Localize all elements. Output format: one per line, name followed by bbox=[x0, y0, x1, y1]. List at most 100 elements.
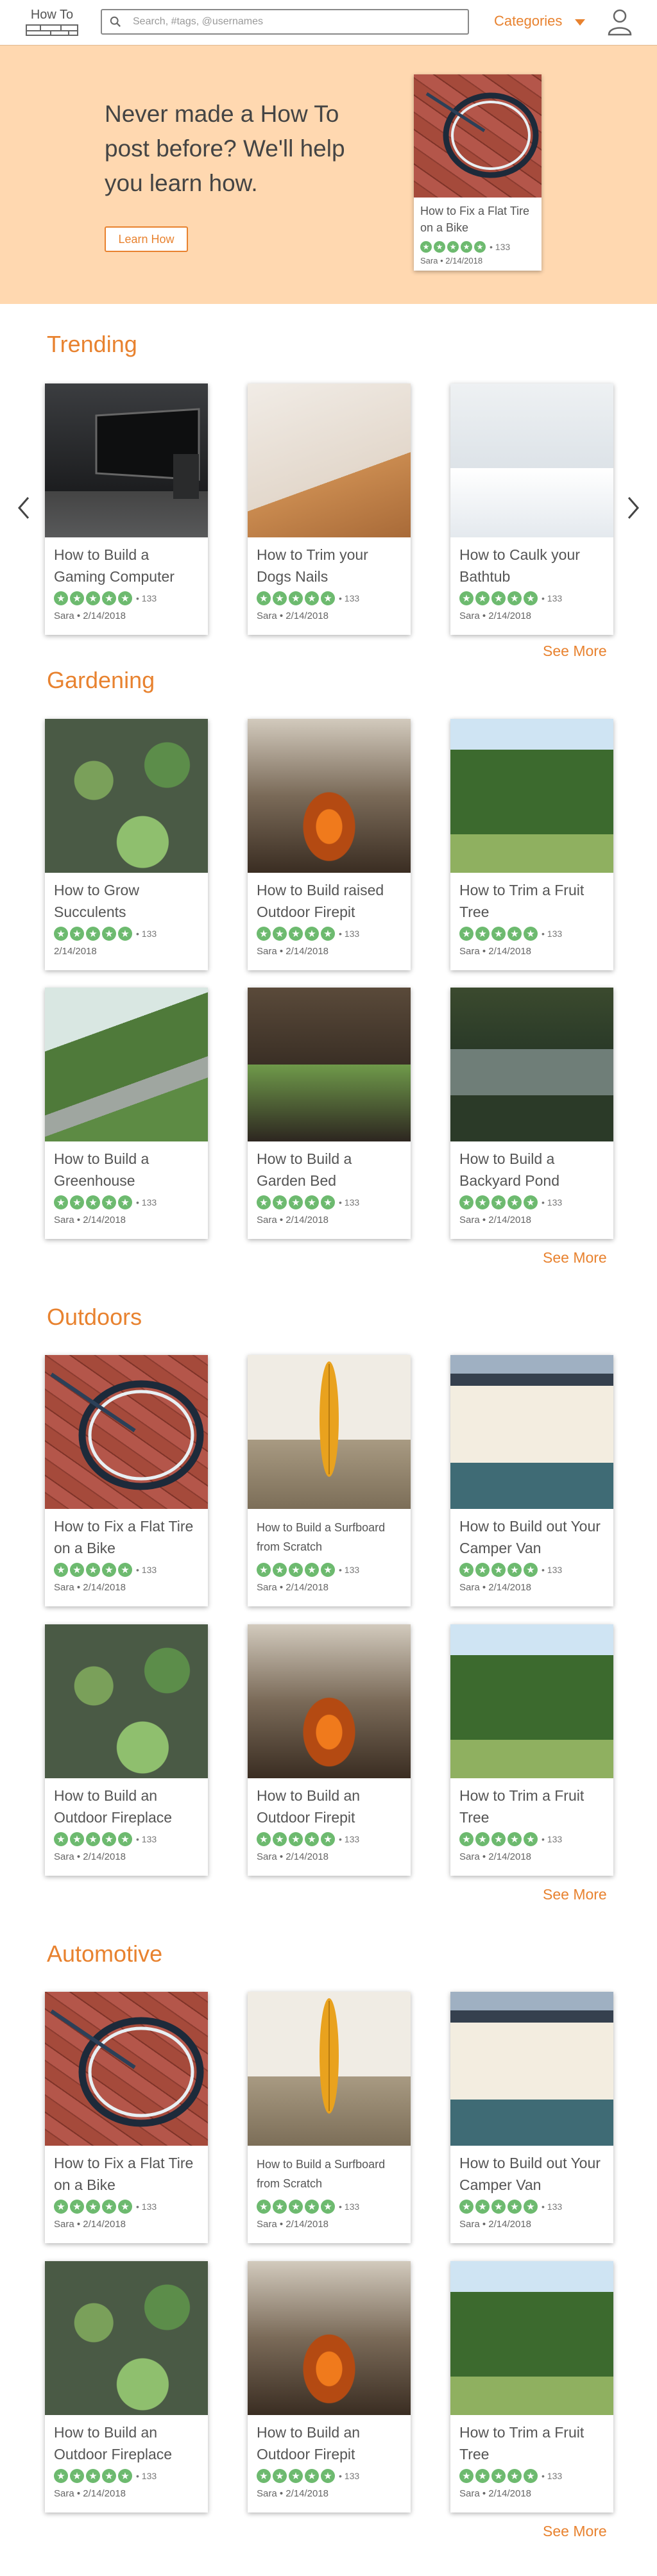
featured-card-title: How to Fix a Flat Tire on a Bike bbox=[420, 205, 530, 234]
star-icon bbox=[86, 2200, 100, 2214]
howto-card[interactable]: How to Trim a Fruit Tree • 133 Sara • 2/14… bbox=[450, 1624, 613, 1876]
search-box[interactable] bbox=[101, 9, 469, 35]
star-icon bbox=[508, 1195, 522, 1209]
howto-card[interactable]: How to Trim your Dogs Nails • 133 Sara • 2… bbox=[248, 383, 411, 635]
howto-card[interactable]: How to Caulk your Bathtub • 133 Sara • 2/1… bbox=[450, 383, 613, 635]
star-icon bbox=[102, 2200, 116, 2214]
star-icon bbox=[54, 1195, 68, 1209]
rating-stars: • 133 bbox=[459, 591, 562, 605]
star-icon bbox=[321, 1195, 335, 1209]
star-icon bbox=[70, 1832, 84, 1846]
howto-card[interactable]: How to Fix a Flat Tire on a Bike • 133 Sar… bbox=[45, 1992, 208, 2243]
star-icon bbox=[86, 1832, 100, 1846]
card-meta: Sara • 2/14/2018 bbox=[459, 946, 532, 957]
star-icon bbox=[524, 927, 538, 941]
star-icon bbox=[70, 927, 84, 941]
card-meta: Sara • 2/14/2018 bbox=[257, 1851, 329, 1862]
card-title: How to Grow Succulents bbox=[54, 882, 139, 920]
star-icon bbox=[54, 1563, 68, 1577]
star-icon bbox=[475, 2200, 490, 2214]
star-icon bbox=[508, 1832, 522, 1846]
star-icon bbox=[86, 591, 100, 605]
card-title: How to Build a Garden Bed bbox=[257, 1150, 352, 1189]
howto-card[interactable]: How to Build a Garden Bed • 133 Sara • 2/1… bbox=[248, 988, 411, 1239]
bathtub-photo bbox=[450, 383, 613, 537]
card-date: 2/14/2018 bbox=[445, 256, 483, 265]
star-icon bbox=[305, 2200, 319, 2214]
rating-count: • 133 bbox=[542, 2471, 563, 2481]
star-icon bbox=[491, 2200, 506, 2214]
howto-card[interactable]: How to Build a Greenhouse • 133 Sara • 2/1… bbox=[45, 988, 208, 1239]
see-more-link[interactable]: See More bbox=[543, 643, 607, 660]
star-icon bbox=[459, 2469, 474, 2483]
howto-card[interactable]: How to Build an Outdoor Fireplace • 133 Sa… bbox=[45, 1624, 208, 1876]
rating-count: • 133 bbox=[136, 1197, 157, 1208]
card-meta: Sara • 2/14/2018 bbox=[257, 610, 329, 621]
search-input[interactable] bbox=[133, 12, 454, 32]
user-profile-icon[interactable] bbox=[607, 8, 633, 36]
star-icon bbox=[321, 1563, 335, 1577]
howto-card[interactable]: How to Build a Backyard Pond • 133 Sara • … bbox=[450, 988, 613, 1239]
howto-card[interactable]: How to Trim a Fruit Tree • 133 Sara • 2/14… bbox=[450, 719, 613, 970]
chevron-down-icon[interactable] bbox=[575, 19, 585, 26]
star-icon bbox=[475, 927, 490, 941]
rating-count: • 133 bbox=[136, 2201, 157, 2212]
star-icon bbox=[475, 1195, 490, 1209]
rating-count: • 133 bbox=[542, 1834, 563, 1844]
card-title: How to Build out Your Camper Van bbox=[459, 2155, 601, 2193]
rating-stars: • 133 bbox=[459, 2469, 562, 2483]
howto-card[interactable]: How to Build out Your Camper Van • 133 Sar… bbox=[450, 1992, 613, 2243]
rating-stars: • 133 bbox=[257, 591, 359, 605]
howto-card[interactable]: How to Fix a Flat Tire on a Bike • 133 Sar… bbox=[45, 1355, 208, 1606]
howto-card[interactable]: How to Grow Succulents • 133 2/14/2018 bbox=[45, 719, 208, 970]
howto-card[interactable]: How to Build a Surfboard from Scratch • 1… bbox=[248, 1992, 411, 2243]
star-icon bbox=[459, 927, 474, 941]
howto-card[interactable]: How to Build a Surfboard from Scratch • 1… bbox=[248, 1355, 411, 1606]
featured-card[interactable]: How to Fix a Flat Tire on a Bike • 133 S… bbox=[414, 74, 542, 271]
chevron-left-icon[interactable] bbox=[15, 495, 31, 521]
succulents-photo bbox=[45, 2261, 208, 2415]
rating-count-value: 133 bbox=[344, 2471, 360, 2481]
succulents-photo bbox=[45, 1624, 208, 1778]
firepit-photo bbox=[248, 719, 411, 873]
greenhouse-photo bbox=[45, 988, 208, 1141]
how-to-logo[interactable]: How To bbox=[26, 8, 78, 36]
rating-stars: • 133 bbox=[420, 240, 510, 254]
see-more-link[interactable]: See More bbox=[543, 2523, 607, 2540]
star-icon bbox=[118, 1563, 132, 1577]
camper-van-photo bbox=[450, 1355, 613, 1509]
howto-card[interactable]: How to Build an Outdoor Firepit • 133 Sara… bbox=[248, 2261, 411, 2513]
section-title: Outdoors bbox=[47, 1304, 142, 1330]
rating-count-value: 133 bbox=[547, 593, 563, 603]
star-icon bbox=[289, 1195, 303, 1209]
howto-card[interactable]: How to Build an Outdoor Fireplace • 133 Sa… bbox=[45, 2261, 208, 2513]
star-icon bbox=[461, 241, 472, 253]
categories-dropdown[interactable]: Categories bbox=[494, 13, 562, 29]
card-title: How to Build an Outdoor Fireplace bbox=[54, 2424, 173, 2462]
star-icon bbox=[289, 591, 303, 605]
rating-count-value: 133 bbox=[141, 593, 157, 603]
howto-card[interactable]: How to Build an Outdoor Firepit • 133 Sara… bbox=[248, 1624, 411, 1876]
howto-card[interactable]: How to Build raised Outdoor Firepit • 133… bbox=[248, 719, 411, 970]
card-title: How to Fix a Flat Tire on a Bike bbox=[54, 1518, 194, 1556]
fruit-tree-photo bbox=[450, 719, 613, 873]
star-icon bbox=[475, 591, 490, 605]
howto-card[interactable]: How to Build out Your Camper Van • 133 Sar… bbox=[450, 1355, 613, 1606]
star-icon bbox=[491, 1563, 506, 1577]
star-icon bbox=[257, 1563, 271, 1577]
star-icon bbox=[118, 927, 132, 941]
star-icon bbox=[70, 1563, 84, 1577]
see-more-link[interactable]: See More bbox=[543, 1249, 607, 1267]
card-meta: Sara • 2/14/2018 bbox=[54, 2219, 126, 2230]
chevron-right-icon[interactable] bbox=[626, 495, 642, 521]
firepit-photo bbox=[248, 1624, 411, 1778]
card-meta: Sara • 2/14/2018 bbox=[459, 1582, 532, 1593]
rating-stars: • 133 bbox=[257, 1195, 359, 1209]
howto-card[interactable]: How to Build a Gaming Computer • 133 Sara … bbox=[45, 383, 208, 635]
howto-card[interactable]: How to Trim a Fruit Tree • 133 Sara • 2/14… bbox=[450, 2261, 613, 2513]
star-icon bbox=[459, 1195, 474, 1209]
see-more-link[interactable]: See More bbox=[543, 1886, 607, 1903]
star-icon bbox=[118, 2469, 132, 2483]
star-icon bbox=[420, 241, 432, 253]
learn-how-button[interactable]: Learn How bbox=[105, 226, 188, 252]
